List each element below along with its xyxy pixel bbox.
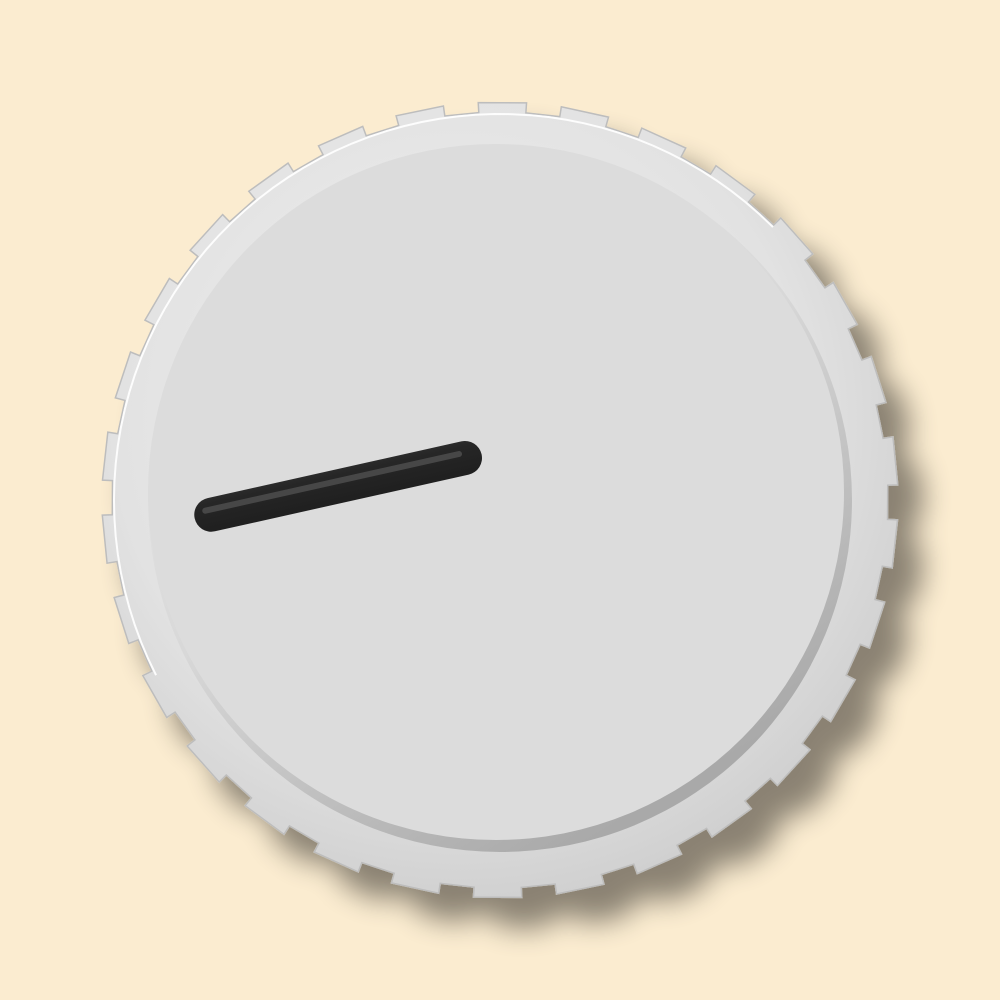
knob-stage — [0, 0, 1000, 1000]
rotary-knob[interactable] — [0, 0, 1000, 1000]
knob-body[interactable] — [101, 101, 899, 899]
